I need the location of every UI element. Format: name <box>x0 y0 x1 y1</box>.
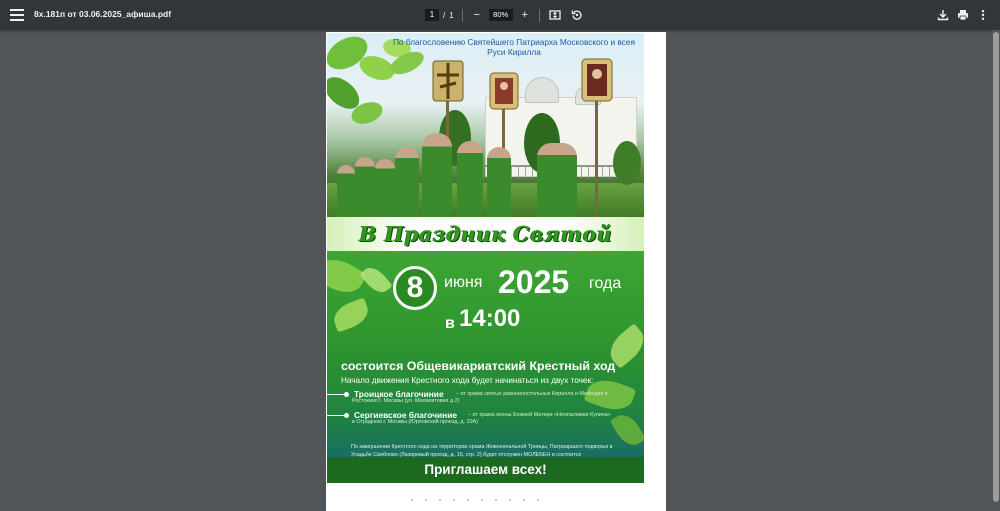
page-zoom-controls: 1 / 1 − 80% + <box>425 8 584 22</box>
zoom-in-button[interactable]: + <box>519 9 531 21</box>
scroll-thumb[interactable] <box>993 32 999 502</box>
main-announcement: состоится Общевикариатский Крестный ход <box>341 359 616 373</box>
leaf-decoration <box>329 297 373 333</box>
event-details: 8 июня 2025 года в 14:00 состоится Общев… <box>327 251 644 465</box>
date-day: 8 <box>393 266 437 310</box>
menu-icon[interactable] <box>9 7 25 23</box>
poster: По благословению Святейшего Патриарха Мо… <box>327 33 644 483</box>
toolbar-divider <box>461 8 463 22</box>
scan-artifacts <box>411 499 551 501</box>
zoom-out-button[interactable]: − <box>471 9 483 21</box>
bullet-dot <box>344 392 349 397</box>
procession-participant <box>422 133 452 217</box>
procession-participant <box>537 143 577 217</box>
headline-banner: В Праздник Святой Троицы <box>327 217 644 280</box>
rotate-icon[interactable] <box>570 8 584 22</box>
fit-page-icon[interactable] <box>548 8 562 22</box>
start-points-intro: Начало движения Крестного хода будет нач… <box>341 376 594 385</box>
page-total: 1 <box>449 10 454 20</box>
page-separator: / <box>443 10 446 20</box>
scrollbar[interactable] <box>992 30 1000 511</box>
document-viewer[interactable]: По благословению Святейшего Патриарха Мо… <box>0 30 1000 511</box>
procession-participant <box>457 141 483 217</box>
procession-participant <box>487 147 511 217</box>
leaf-decoration <box>359 262 393 298</box>
date-year: 2025 <box>498 264 570 300</box>
toolbar-divider <box>538 8 540 22</box>
procession-participant <box>337 165 355 217</box>
point1-text: – от храма святых равноапостольных Кирил… <box>352 391 608 404</box>
download-icon[interactable] <box>936 8 950 22</box>
date-year-word: года <box>589 275 622 292</box>
procession-participant <box>375 159 395 217</box>
procession-participant <box>395 147 419 217</box>
time-prefix: в <box>445 315 455 332</box>
pdf-toolbar: 8х.181п от 03.06.2025_афиша.pdf 1 / 1 − … <box>0 0 1000 30</box>
icon-banner-icon <box>581 58 613 217</box>
invitation-banner: Приглашаем всех! <box>327 457 644 483</box>
page-number-input[interactable]: 1 <box>425 9 439 21</box>
date-month: июня <box>444 274 483 291</box>
point2-text: – от храма иконы Божией Матери «Неопалим… <box>352 412 611 425</box>
procession-participant <box>355 157 375 217</box>
invitation-text: Приглашаем всех! <box>424 462 547 477</box>
document-title: 8х.181п от 03.06.2025_афиша.pdf <box>34 9 172 19</box>
procession-photo: По благословению Святейшего Патриарха Мо… <box>327 33 644 217</box>
more-icon[interactable] <box>976 8 990 22</box>
print-icon[interactable] <box>956 8 970 22</box>
bullet-dot <box>344 413 349 418</box>
pdf-page: По благословению Святейшего Патриарха Мо… <box>326 32 666 511</box>
event-time: 14:00 <box>459 305 521 332</box>
zoom-level-input[interactable]: 80% <box>488 9 513 21</box>
